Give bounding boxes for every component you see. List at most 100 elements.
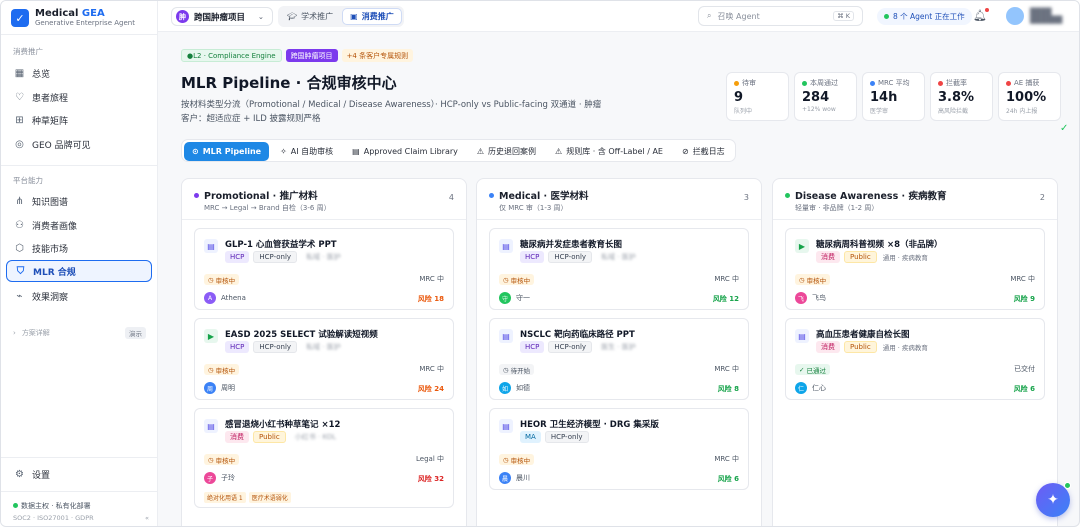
stat-dot xyxy=(802,80,807,86)
sidebar-item-overview[interactable]: ▦ 总览 xyxy=(6,62,152,84)
agent-search[interactable]: ⌕ 召唤 Agent ⌘ K xyxy=(698,6,863,26)
tab-3[interactable]: ⚠ 历史退回案例 xyxy=(469,142,544,161)
clock-icon: ◷ xyxy=(503,275,509,284)
stat-card: 拦截率 3.8% 高风险拦截 xyxy=(930,72,993,121)
bell-icon[interactable]: 🔔︎ xyxy=(973,8,989,22)
stat-value: 14h xyxy=(870,90,898,105)
cube-icon: ⬡ xyxy=(15,242,24,254)
stat-value: 9 xyxy=(734,90,744,105)
stat-label: AE 捕获 xyxy=(1006,78,1053,88)
check-icon[interactable]: ✓ xyxy=(1060,123,1068,134)
material-card[interactable]: ▤ GLP-1 心血管获益学术 PPT HCP HCP-only 私域 · 医护 ◷… xyxy=(194,228,454,310)
card-title: HEOR 卫生经济模型 · DRG 集采版 xyxy=(520,420,659,430)
material-card[interactable]: ▤ 糖尿病并发症患者教育长图 HCP HCP-only 私域 · 医护 ◷ 审核中 M… xyxy=(489,228,749,310)
clock-icon: ◷ xyxy=(208,275,214,284)
divider xyxy=(1,457,158,458)
stat-dot xyxy=(870,80,875,86)
stat-dot xyxy=(938,80,943,86)
user-menu[interactable]: ████ ██████ xyxy=(1006,7,1062,25)
channel-tag-blurred: 私域 · 医护 xyxy=(601,253,636,261)
material-card[interactable]: ▤ NSCLC 靶向药临床路径 PPT HCP HCP-only 医生 · 医护 ◷… xyxy=(489,318,749,400)
pipeline-column: Medical · 医学材料 仅 MRC 审（1-3 周） 3 ▤ 糖尿病并发症… xyxy=(476,178,762,526)
divider xyxy=(182,219,466,220)
book-icon: ▤ xyxy=(352,147,360,156)
stat-dot xyxy=(1006,80,1011,86)
tab-academic[interactable]: 🎓︎ 学术推广 xyxy=(280,8,340,25)
brand[interactable]: ✓ Medical GEA Generative Enterprise Agen… xyxy=(11,8,135,28)
chevron-down-icon: ⌄ xyxy=(258,12,264,21)
assignee: 仁仁心 xyxy=(795,382,826,394)
card-tags: HCP HCP-only 私域 · 医护 xyxy=(225,341,346,353)
sidebar-item-seeding-matrix[interactable]: ⊞ 种草矩阵 xyxy=(6,109,152,131)
material-card[interactable]: ▤ 感冒退烧小红书种草笔记 ×12 消费 Public 小红书 · KOL ◷ 审核中… xyxy=(194,408,454,508)
review-stage: MRC 中 xyxy=(714,275,739,283)
ai-assistant-button[interactable]: ✦ xyxy=(1036,482,1071,517)
status-dot-icon xyxy=(13,503,18,508)
stat-card: MRC 平均 14h 医学审 xyxy=(862,72,925,121)
issue-tag: 医疗术语弱化 xyxy=(248,492,291,503)
brand-name: Medical GEA xyxy=(35,8,105,19)
card-title: 糖尿病周科普视频 ×8（非品牌） xyxy=(816,240,943,250)
tab-1[interactable]: ✧ AI 自助审核 xyxy=(272,142,341,161)
review-stage: MRC 中 xyxy=(1010,275,1035,283)
sidebar-item-knowledge-graph[interactable]: ⋔ 知识图谱 xyxy=(6,190,152,212)
issue-tag: 绝对化用语 1 xyxy=(204,492,246,503)
tab-5[interactable]: ⊘ 拦截日志 xyxy=(674,142,733,161)
material-card[interactable]: ▤ HEOR 卫生经济模型 · DRG 集采版 MA HCP-only ◷ 审核中 … xyxy=(489,408,749,490)
sidebar-collapse-solution[interactable]: › 方案详解 演示 xyxy=(13,327,146,339)
material-card[interactable]: ▶ EASD 2025 SELECT 试验解读短视频 HCP HCP-only 私域… xyxy=(194,318,454,400)
tag: Public xyxy=(844,251,877,263)
risk-score: 风险 8 xyxy=(717,385,739,393)
stat-card: 本周通过 284 +12% wow xyxy=(794,72,857,121)
channel-tag-blurred: 私域 · 医护 xyxy=(306,343,341,351)
column-title: Medical · 医学材料 xyxy=(489,188,588,202)
sidebar-item-patient-journey[interactable]: ♡ 患者旅程 xyxy=(6,86,152,108)
stat-value: 100% xyxy=(1006,90,1047,105)
column-subtitle: MRC → Legal → Brand 自检（3-6 周） xyxy=(204,204,331,212)
custom-rules-pill: +4 条客户专属规则 xyxy=(341,49,414,62)
clock-icon: ◷ xyxy=(208,365,214,374)
collapse-arrows-icon[interactable]: « xyxy=(145,514,149,522)
issue-tags: 绝对化用语 1 医疗术语弱化 xyxy=(204,492,291,503)
tab-consumer[interactable]: ▣ 消费推广 xyxy=(342,8,402,25)
stat-dot xyxy=(734,80,739,86)
tag: HCP-only xyxy=(253,341,298,353)
review-stage: MRC 中 xyxy=(419,275,444,283)
card-title: 糖尿病并发症患者教育长图 xyxy=(520,240,623,250)
sidebar-item-insights[interactable]: ⌁ 效果洞察 xyxy=(6,285,152,307)
avatar xyxy=(1006,7,1024,25)
material-card[interactable]: ▤ 高血压患者健康自检长图 消费 Public 通用 · 疾病教育 ✓ 已通过 已交付… xyxy=(785,318,1045,400)
footer-cert: SOC2 · ISO27001 · GDPR « xyxy=(13,514,149,522)
assignee: 如如德 xyxy=(499,382,530,394)
doc-icon: ▤ xyxy=(499,239,513,253)
block-icon: ⊘ xyxy=(681,147,689,156)
sidebar-item-skill-market[interactable]: ⬡ 技能市场 xyxy=(6,237,152,259)
status-dot-icon xyxy=(884,14,889,19)
sidebar-item-settings[interactable]: ⚙ 设置 xyxy=(6,463,152,485)
material-card[interactable]: ▶ 糖尿病周科普视频 ×8（非品牌） 消费 Public 通用 · 疾病教育 ◷ 审核… xyxy=(785,228,1045,310)
graph-icon: ⋔ xyxy=(15,195,24,207)
stat-value: 284 xyxy=(802,90,830,105)
tab-2[interactable]: ▤ Approved Claim Library xyxy=(344,142,466,161)
sidebar-item-mlr[interactable]: ⛉ MLR 合规 xyxy=(6,260,152,282)
clock-icon: ◷ xyxy=(208,455,214,464)
shield-icon: ⛉ xyxy=(16,265,25,277)
page-subtitle: 按材料类型分流（Promotional / Medical / Disease … xyxy=(181,100,602,110)
card-tags: 消费 Public 小红书 · KOL xyxy=(225,431,341,443)
card-tags: 消费 Public 通用 · 疾病教育 xyxy=(816,341,930,353)
tab-0[interactable]: ⊙ MLR Pipeline xyxy=(184,142,270,161)
avatar: A xyxy=(204,292,216,304)
card-tags: 消费 Public 通用 · 疾病教育 xyxy=(816,251,930,263)
stats-row: 待审 9 队列中 本周通过 284 +12% wow MRC 平均 14h 医学审拦… xyxy=(726,72,1061,121)
tab-4[interactable]: ⚠ 规则库 · 含 Off-Label / AE xyxy=(547,142,671,161)
project-selector[interactable]: 肿 跨国肿瘤项目 ⌄ xyxy=(171,7,273,26)
stat-hint: 高风险拦截 xyxy=(938,108,969,115)
status-badge: ◷ 待开始 xyxy=(499,364,535,375)
sidebar-item-consumer-persona[interactable]: ⚇ 消费者画像 xyxy=(6,214,152,236)
chevron-right-icon: › xyxy=(13,329,16,337)
column-dot xyxy=(785,192,790,198)
clock-icon: ◷ xyxy=(799,275,805,284)
sidebar-item-geo[interactable]: ◎ GEO 品牌可见 xyxy=(6,133,152,155)
agents-status[interactable]: 8 个 Agent 正在工作 xyxy=(877,8,972,25)
chart-icon: ⌁ xyxy=(16,290,23,302)
